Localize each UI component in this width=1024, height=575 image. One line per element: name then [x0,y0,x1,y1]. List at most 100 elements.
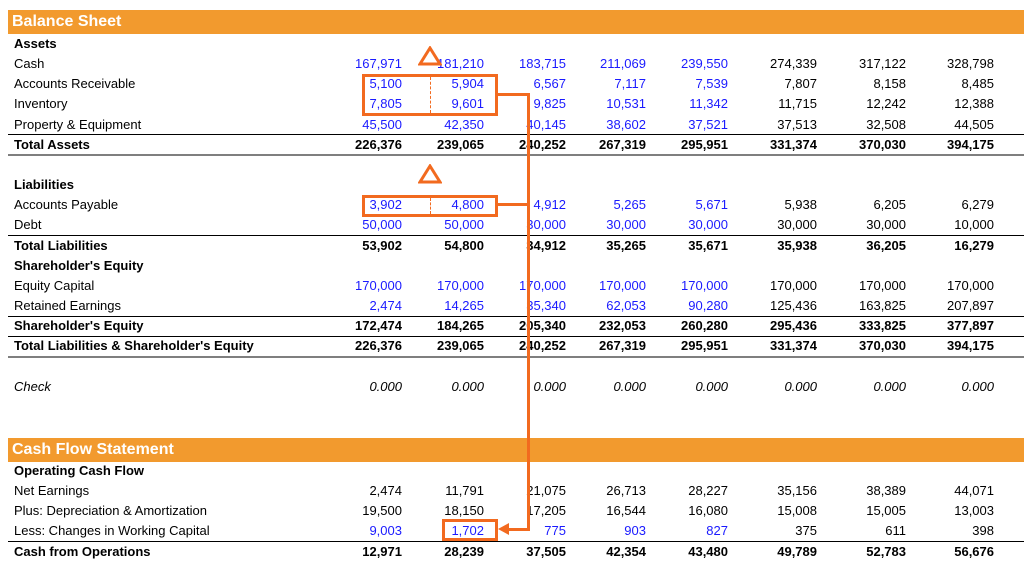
cell-year-4[interactable]: 5,265 [566,195,646,215]
cell-year-8[interactable]: 6,279 [914,195,994,215]
cell-year-4[interactable]: 42,354 [566,542,646,562]
cell-year-8[interactable]: 207,897 [914,296,994,316]
cell-year-6[interactable]: 35,156 [737,481,817,501]
cell-year-3[interactable]: 205,340 [486,316,566,336]
cell-year-2[interactable]: 9,601 [404,94,484,114]
cell-year-6[interactable]: 331,374 [737,135,817,155]
cell-year-8[interactable]: 398 [914,521,994,541]
cell-year-5[interactable]: 35,671 [648,236,728,256]
cell-year-7[interactable]: 15,005 [826,501,906,521]
cell-year-1[interactable]: 53,902 [322,236,402,256]
cell-year-5[interactable]: 43,480 [648,542,728,562]
cell-year-2[interactable]: 54,800 [404,236,484,256]
cell-year-3[interactable]: 4,912 [486,195,566,215]
cell-year-3[interactable]: 9,825 [486,94,566,114]
cell-year-2[interactable]: 50,000 [404,215,484,235]
cell-year-5[interactable]: 16,080 [648,501,728,521]
cell-year-4[interactable]: 30,000 [566,215,646,235]
cell-year-7[interactable]: 333,825 [826,316,906,336]
cell-year-6[interactable]: 15,008 [737,501,817,521]
cell-year-8[interactable]: 328,798 [914,54,994,74]
cell-year-4[interactable]: 26,713 [566,481,646,501]
cell-year-6[interactable]: 7,807 [737,74,817,94]
cell-year-5[interactable]: 170,000 [648,276,728,296]
cell-year-4[interactable]: 232,053 [566,316,646,336]
cell-year-5[interactable]: 7,539 [648,74,728,94]
cell-year-8[interactable]: 394,175 [914,336,994,356]
cell-year-2[interactable]: 184,265 [404,316,484,336]
cell-year-4[interactable]: 62,053 [566,296,646,316]
cell-year-4[interactable]: 7,117 [566,74,646,94]
cell-year-6[interactable]: 49,789 [737,542,817,562]
cell-year-8[interactable]: 8,485 [914,74,994,94]
cell-year-7[interactable]: 611 [826,521,906,541]
cell-year-2[interactable]: 1,702 [404,521,484,541]
cell-year-4[interactable]: 38,602 [566,115,646,135]
cell-year-3[interactable]: 183,715 [486,54,566,74]
cell-year-2[interactable]: 4,800 [404,195,484,215]
cell-year-1[interactable]: 2,474 [322,296,402,316]
cell-year-5[interactable]: 0.000 [648,377,728,397]
cell-year-1[interactable]: 2,474 [322,481,402,501]
cell-year-1[interactable]: 3,902 [322,195,402,215]
cell-year-7[interactable]: 38,389 [826,481,906,501]
cell-year-5[interactable]: 827 [648,521,728,541]
cell-year-5[interactable]: 37,521 [648,115,728,135]
cell-year-1[interactable]: 19,500 [322,501,402,521]
cell-year-7[interactable]: 36,205 [826,236,906,256]
cell-year-6[interactable]: 274,339 [737,54,817,74]
cell-year-7[interactable]: 370,030 [826,135,906,155]
cell-year-1[interactable]: 167,971 [322,54,402,74]
cell-year-3[interactable]: 37,505 [486,542,566,562]
cell-year-1[interactable]: 7,805 [322,94,402,114]
cell-year-8[interactable]: 12,388 [914,94,994,114]
cell-year-3[interactable]: 34,912 [486,236,566,256]
cell-year-3[interactable]: 40,145 [486,115,566,135]
cell-year-5[interactable]: 90,280 [648,296,728,316]
cell-year-7[interactable]: 0.000 [826,377,906,397]
cell-year-4[interactable]: 903 [566,521,646,541]
cell-year-5[interactable]: 239,550 [648,54,728,74]
cell-year-2[interactable]: 0.000 [404,377,484,397]
cell-year-8[interactable]: 0.000 [914,377,994,397]
cell-year-6[interactable]: 125,436 [737,296,817,316]
cell-year-8[interactable]: 10,000 [914,215,994,235]
cell-year-3[interactable]: 240,252 [486,336,566,356]
cell-year-5[interactable]: 11,342 [648,94,728,114]
cell-year-4[interactable]: 170,000 [566,276,646,296]
cell-year-5[interactable]: 295,951 [648,336,728,356]
cell-year-8[interactable]: 16,279 [914,236,994,256]
cell-year-2[interactable]: 28,239 [404,542,484,562]
cell-year-2[interactable]: 5,904 [404,74,484,94]
cell-year-1[interactable]: 172,474 [322,316,402,336]
cell-year-3[interactable]: 21,075 [486,481,566,501]
cell-year-6[interactable]: 30,000 [737,215,817,235]
cell-year-2[interactable]: 181,210 [404,54,484,74]
cell-year-8[interactable]: 377,897 [914,316,994,336]
cell-year-8[interactable]: 44,071 [914,481,994,501]
cell-year-3[interactable]: 0.000 [486,377,566,397]
cell-year-2[interactable]: 11,791 [404,481,484,501]
cell-year-5[interactable]: 28,227 [648,481,728,501]
cell-year-6[interactable]: 295,436 [737,316,817,336]
cell-year-1[interactable]: 45,500 [322,115,402,135]
cell-year-1[interactable]: 226,376 [322,135,402,155]
cell-year-3[interactable]: 17,205 [486,501,566,521]
cell-year-4[interactable]: 10,531 [566,94,646,114]
cell-year-1[interactable]: 9,003 [322,521,402,541]
cell-year-6[interactable]: 375 [737,521,817,541]
cell-year-7[interactable]: 6,205 [826,195,906,215]
cell-year-5[interactable]: 260,280 [648,316,728,336]
cell-year-1[interactable]: 12,971 [322,542,402,562]
cell-year-8[interactable]: 394,175 [914,135,994,155]
cell-year-3[interactable]: 240,252 [486,135,566,155]
cell-year-7[interactable]: 370,030 [826,336,906,356]
cell-year-1[interactable]: 5,100 [322,74,402,94]
cell-year-8[interactable]: 44,505 [914,115,994,135]
cell-year-7[interactable]: 8,158 [826,74,906,94]
cell-year-5[interactable]: 295,951 [648,135,728,155]
cell-year-4[interactable]: 211,069 [566,54,646,74]
cell-year-3[interactable]: 30,000 [486,215,566,235]
cell-year-7[interactable]: 12,242 [826,94,906,114]
cell-year-5[interactable]: 5,671 [648,195,728,215]
